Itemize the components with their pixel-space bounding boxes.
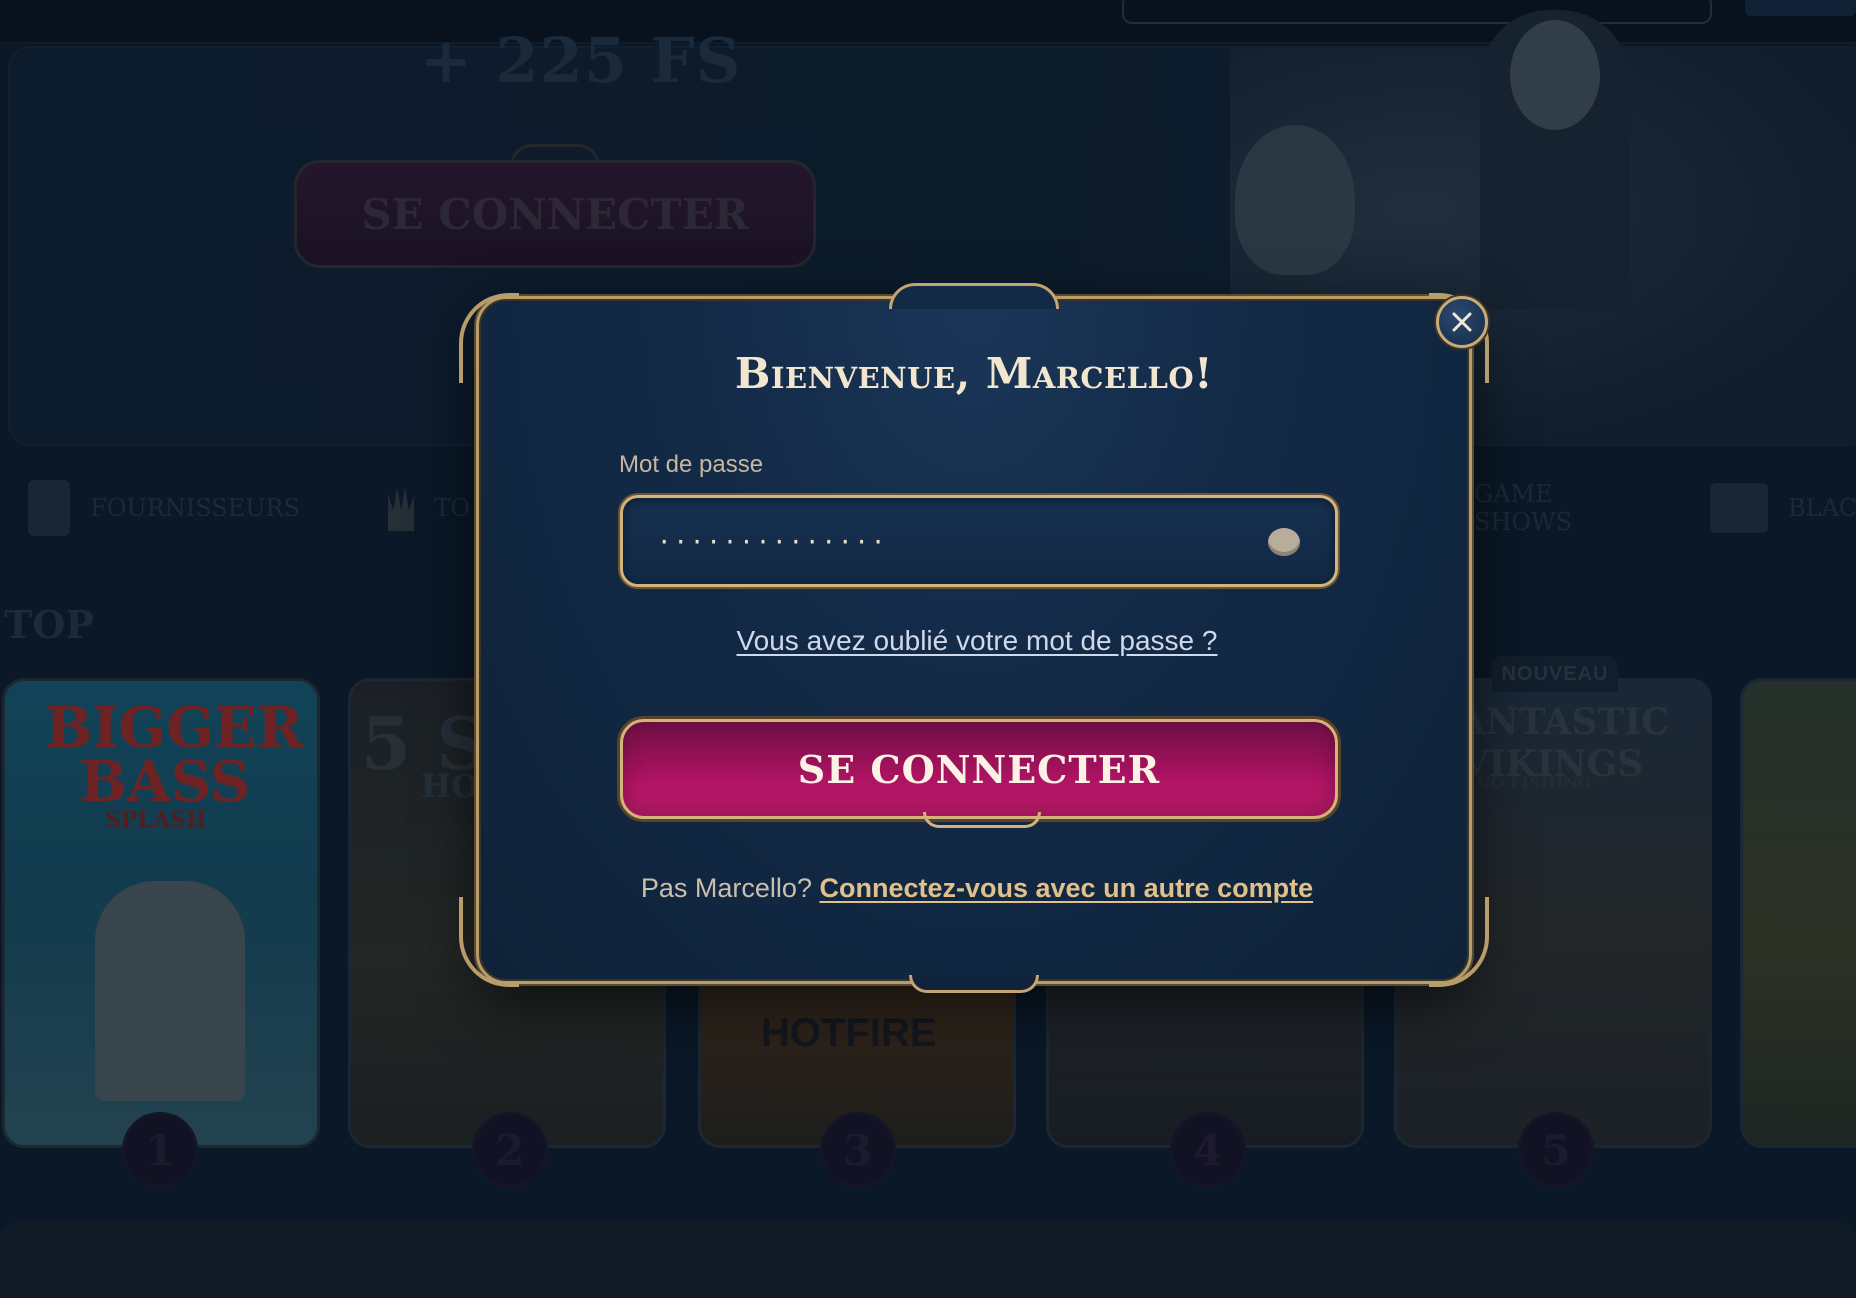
frame-bottom-ornament xyxy=(909,975,1039,993)
forgot-password-row: Vous avez oublié votre mot de passe ? xyxy=(479,625,1475,657)
forgot-password-link[interactable]: Vous avez oublié votre mot de passe ? xyxy=(737,625,1218,656)
password-field[interactable] xyxy=(620,495,1338,587)
eye-icon[interactable] xyxy=(1268,528,1300,556)
not-user-text: Pas Marcello? xyxy=(640,873,812,903)
password-label: Mot de passe xyxy=(619,451,764,478)
login-button-label: SE CONNECTER xyxy=(797,746,1161,792)
login-modal: Bienvenue, Marcello! Mot de passe Vous a… xyxy=(459,283,1489,993)
frame-top-ornament xyxy=(889,283,1059,309)
switch-account-row: Pas Marcello? Connectez-vous avec un aut… xyxy=(479,873,1475,904)
close-icon xyxy=(1452,312,1472,332)
switch-account-link[interactable]: Connectez-vous avec un autre compte xyxy=(819,873,1313,903)
button-ornament xyxy=(923,812,1041,828)
login-button[interactable]: SE CONNECTER xyxy=(620,719,1338,828)
modal-title: Bienvenue, Marcello! xyxy=(734,349,1214,398)
password-input[interactable] xyxy=(657,526,1217,558)
close-button[interactable] xyxy=(1436,296,1488,348)
